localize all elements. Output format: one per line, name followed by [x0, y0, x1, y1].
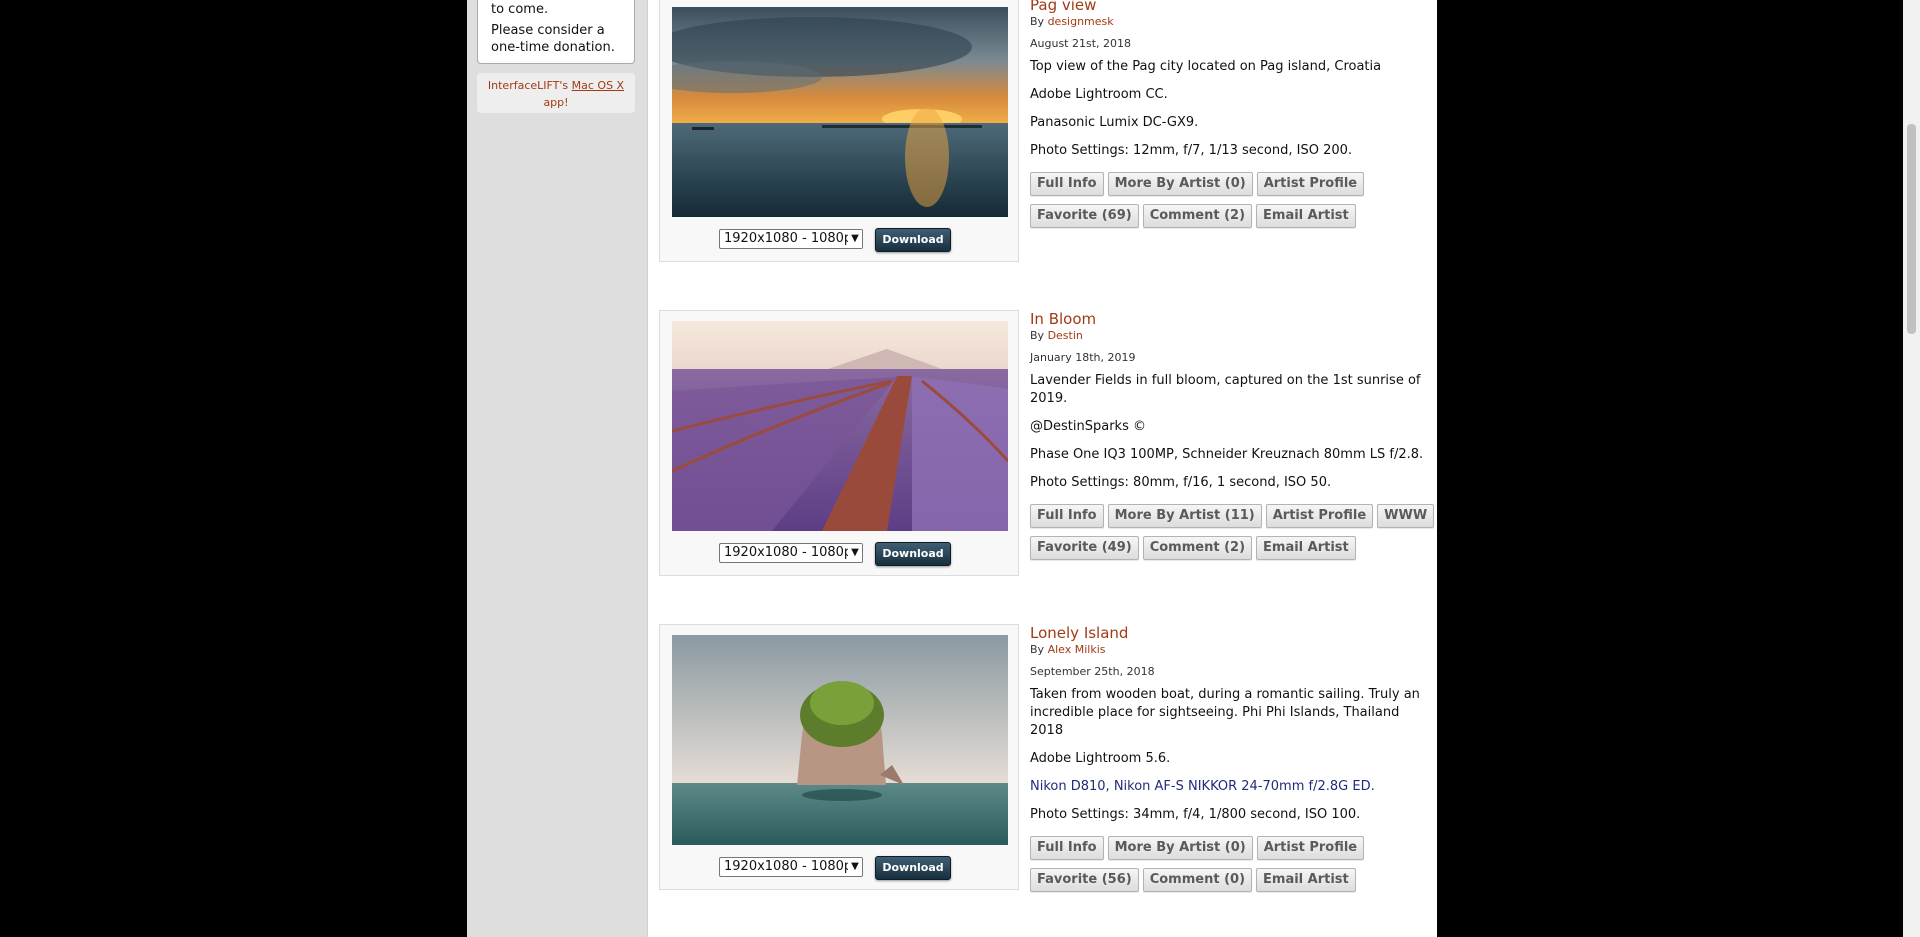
thumbnail-panel: 1920x1080 - 1080p HD ▼ Download	[659, 0, 1019, 262]
wallpaper-date: August 21st, 2018	[1030, 37, 1132, 50]
by-label: By	[1030, 15, 1045, 28]
photo-settings: Photo Settings: 12mm, f/7, 1/13 second, …	[1030, 143, 1353, 158]
full-info-button[interactable]: Full Info	[1030, 504, 1104, 528]
wallpaper-description: Lavender Fields in full bloom, captured …	[1030, 373, 1421, 406]
more-by-artist-button[interactable]: More By Artist (0)	[1107, 172, 1253, 196]
thumbnail-panel: 1920x1080 - 1080p HD ▼ Download	[659, 310, 1019, 576]
full-info-button[interactable]: Full Info	[1030, 836, 1104, 860]
sidebar: to come. Please consider a one-time dona…	[467, 0, 648, 937]
photo-settings: Photo Settings: 34mm, f/4, 1/800 second,…	[1030, 807, 1361, 822]
mac-promo-suffix: app!	[543, 96, 569, 109]
wallpaper-date: January 18th, 2019	[1030, 351, 1136, 364]
email-artist-button[interactable]: Email Artist	[1256, 204, 1356, 228]
full-info-button[interactable]: Full Info	[1030, 172, 1104, 196]
wallpaper-description: Top view of the Pag city located on Pag …	[1030, 59, 1382, 74]
donation-partial-text: to come.	[491, 2, 549, 17]
resolution-value: 1920x1080 - 1080p HD	[724, 859, 863, 874]
wallpaper-info: Lonely Island By Alex Milkis September 2…	[1030, 624, 1430, 900]
software-detail: Adobe Lightroom 5.6.	[1030, 751, 1171, 766]
action-buttons: Full Info More By Artist (0) Artist Profil…	[1030, 836, 1430, 892]
download-button[interactable]: Download	[875, 542, 951, 566]
mac-app-promo: InterfaceLIFT's Mac OS X app!	[477, 73, 635, 113]
download-button[interactable]: Download	[875, 228, 951, 252]
page-content: to come. Please consider a one-time dona…	[467, 0, 1437, 937]
favorite-button[interactable]: Favorite (49)	[1030, 536, 1139, 560]
artist-byline: By Destin	[1030, 328, 1430, 344]
artist-link[interactable]: designmesk	[1048, 15, 1114, 28]
mac-promo-prefix: InterfaceLIFT's	[487, 79, 569, 92]
wallpaper-title[interactable]: In Bloom	[1030, 310, 1430, 328]
scrollbar-thumb[interactable]	[1907, 124, 1916, 334]
more-by-artist-button[interactable]: More By Artist (11)	[1107, 504, 1262, 528]
wallpaper-thumbnail[interactable]	[672, 7, 1008, 217]
vertical-scrollbar[interactable]	[1903, 0, 1920, 937]
by-label: By	[1030, 329, 1045, 342]
artist-profile-button[interactable]: Artist Profile	[1265, 504, 1374, 528]
resolution-value: 1920x1080 - 1080p HD	[724, 545, 863, 560]
chevron-down-icon: ▼	[848, 230, 862, 248]
favorite-button[interactable]: Favorite (56)	[1030, 868, 1139, 892]
action-buttons: Full Info More By Artist (0) Artist Profil…	[1030, 172, 1430, 228]
camera-gear-link[interactable]: Nikon D810, Nikon AF-S NIKKOR 24-70mm f/…	[1030, 778, 1430, 796]
www-button[interactable]: WWW	[1377, 504, 1435, 528]
wallpaper-title[interactable]: Pag view	[1030, 0, 1430, 14]
camera-detail: Phase One IQ3 100MP, Schneider Kreuznach…	[1030, 447, 1424, 462]
by-label: By	[1030, 643, 1045, 656]
photo-settings: Photo Settings: 80mm, f/16, 1 second, IS…	[1030, 475, 1332, 490]
thumbnail-panel: 1920x1080 - 1080p HD ▼ Download	[659, 624, 1019, 890]
mac-os-x-link[interactable]: Mac OS X	[572, 79, 624, 92]
email-artist-button[interactable]: Email Artist	[1256, 868, 1356, 892]
camera-detail: Panasonic Lumix DC-GX9.	[1030, 115, 1199, 130]
copyright-detail: @DestinSparks ©	[1030, 419, 1146, 434]
chevron-down-icon: ▼	[848, 544, 862, 562]
software-detail: Adobe Lightroom CC.	[1030, 87, 1168, 102]
comment-button[interactable]: Comment (2)	[1142, 204, 1253, 228]
artist-profile-button[interactable]: Artist Profile	[1256, 172, 1365, 196]
more-by-artist-button[interactable]: More By Artist (0)	[1107, 836, 1253, 860]
chevron-down-icon: ▼	[848, 858, 862, 876]
email-artist-button[interactable]: Email Artist	[1256, 536, 1356, 560]
wallpaper-description: Taken from wooden boat, during a romanti…	[1030, 687, 1420, 738]
wallpaper-title[interactable]: Lonely Island	[1030, 624, 1430, 642]
artist-byline: By designmesk	[1030, 14, 1430, 30]
wallpaper-thumbnail[interactable]	[672, 635, 1008, 845]
resolution-select[interactable]: 1920x1080 - 1080p HD ▼	[719, 229, 863, 249]
wallpaper-info: Pag view By designmesk August 21st, 2018…	[1030, 0, 1430, 236]
resolution-select[interactable]: 1920x1080 - 1080p HD ▼	[719, 857, 863, 877]
artist-byline: By Alex Milkis	[1030, 642, 1430, 658]
download-button[interactable]: Download	[875, 856, 951, 880]
favorite-button[interactable]: Favorite (69)	[1030, 204, 1139, 228]
resolution-value: 1920x1080 - 1080p HD	[724, 231, 863, 246]
artist-link[interactable]: Alex Milkis	[1048, 643, 1106, 656]
artist-link[interactable]: Destin	[1048, 329, 1083, 342]
donation-text: Please consider a one-time donation.	[491, 23, 615, 55]
wallpaper-info: In Bloom By Destin January 18th, 2019 La…	[1030, 310, 1435, 568]
wallpaper-thumbnail[interactable]	[672, 321, 1008, 531]
artist-profile-button[interactable]: Artist Profile	[1256, 836, 1365, 860]
comment-button[interactable]: Comment (0)	[1142, 868, 1253, 892]
resolution-select[interactable]: 1920x1080 - 1080p HD ▼	[719, 543, 863, 563]
comment-button[interactable]: Comment (2)	[1142, 536, 1253, 560]
donation-box: to come. Please consider a one-time dona…	[477, 0, 635, 64]
action-buttons: Full Info More By Artist (11) Artist Profi…	[1030, 504, 1435, 560]
wallpaper-date: September 25th, 2018	[1030, 665, 1155, 678]
